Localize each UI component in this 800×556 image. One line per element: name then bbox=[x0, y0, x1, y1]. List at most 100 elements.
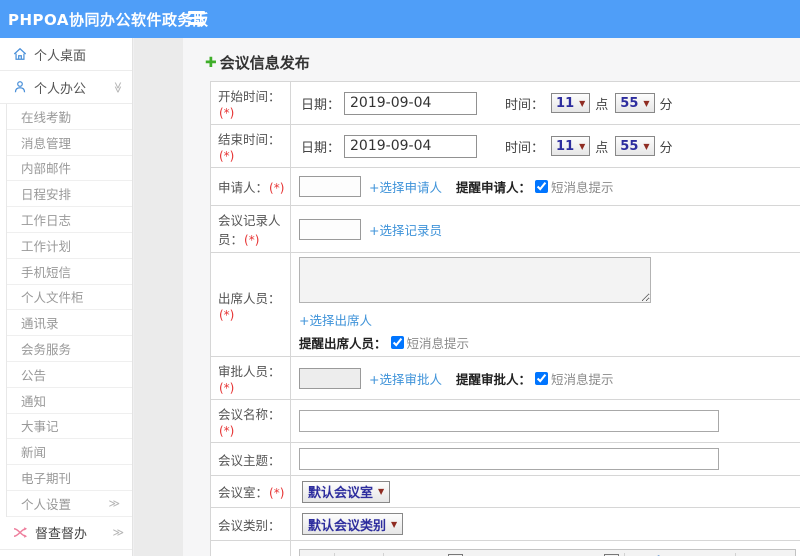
approver-input[interactable] bbox=[299, 367, 361, 389]
sidebar-item-contacts[interactable]: 通讯录 bbox=[7, 310, 132, 337]
strikethrough-icon[interactable]: ABC bbox=[464, 552, 483, 556]
start-minute-select[interactable]: 55 ▼ bbox=[615, 93, 655, 113]
home-icon bbox=[13, 47, 27, 60]
required-mark: (*) bbox=[219, 106, 235, 120]
form-row-applicant: 申请人：(*) +选择申请人 提醒申请人： 短消息提示 bbox=[210, 167, 800, 206]
choose-applicant-link[interactable]: +选择申请人 bbox=[369, 177, 442, 196]
ordered-list-icon[interactable]: ≣▾ bbox=[672, 552, 691, 556]
required-mark: (*) bbox=[219, 381, 235, 395]
sidebar-item-notices[interactable]: 通知 bbox=[7, 388, 132, 414]
sidebar-item-meeting-services[interactable]: 会务服务 bbox=[7, 336, 132, 362]
italic-icon[interactable]: I bbox=[408, 552, 427, 556]
clean-brush-icon[interactable]: ✎ bbox=[544, 552, 563, 556]
choose-recorder-link[interactable]: +选择记录员 bbox=[369, 220, 442, 239]
main-content: ✚ 会议信息发布 开始时间： (*) 日期： 时间： 11▼ 点 55▼ 分 结束… bbox=[183, 38, 800, 556]
sidebar-item-supervision[interactable]: 督查督办 ≫ bbox=[0, 517, 132, 550]
required-mark: (*) bbox=[269, 181, 285, 195]
field-label: 结束时间： bbox=[218, 132, 281, 147]
end-date-input[interactable] bbox=[344, 134, 478, 158]
sidebar-item-desktop[interactable]: 个人桌面 bbox=[0, 38, 132, 71]
field-label: 会议主题： bbox=[218, 452, 281, 468]
blockquote-icon[interactable]: 66 bbox=[584, 552, 603, 556]
sms-label: 短消息提示 bbox=[551, 180, 614, 195]
form-row-recorder: 会议记录人员：(*) +选择记录员 bbox=[210, 205, 800, 253]
underline-icon[interactable]: U bbox=[428, 552, 447, 556]
chevron-right-icon: ≫ bbox=[112, 526, 124, 540]
required-mark: (*) bbox=[269, 486, 285, 500]
remove-format-eraser-icon[interactable]: ◪ bbox=[524, 552, 543, 556]
hour-unit-label: 点 bbox=[595, 97, 609, 113]
field-label: 出席人员： bbox=[218, 290, 281, 306]
app-title: PHPOA协同办公软件政务版 bbox=[8, 11, 209, 29]
sidebar-item-personal-settings[interactable]: 个人设置 ≫ bbox=[7, 491, 132, 517]
shuffle-icon bbox=[13, 527, 27, 539]
field-label: 会议室： bbox=[218, 485, 269, 500]
meeting-room-select[interactable]: 默认会议室 ▼ bbox=[302, 480, 391, 503]
remind-label: 提醒审批人： bbox=[455, 371, 531, 387]
sidebar-item-news[interactable]: 新闻 bbox=[7, 439, 132, 466]
unordered-list-icon[interactable]: ≣▾ bbox=[692, 552, 711, 556]
sidebar-item-label: 督查督办 bbox=[35, 527, 88, 543]
attendees-sms-checkbox[interactable] bbox=[390, 336, 404, 349]
sidebar-item-work-plan[interactable]: 工作计划 bbox=[7, 233, 132, 259]
new-page-icon[interactable]: ▢ bbox=[712, 552, 731, 556]
rich-text-editor: HTML↶↷BIUAABCx²x₂◪✎∗▾66TA▾ab▾≣▾≣▾▢▣ 自定义标… bbox=[299, 549, 796, 556]
sidebar-item-label: 个人桌面 bbox=[34, 48, 87, 64]
remind-label: 提醒申请人： bbox=[455, 180, 531, 195]
sidebar-item-sms[interactable]: 手机短信 bbox=[7, 259, 132, 285]
sidebar-item-messages[interactable]: 消息管理 bbox=[7, 130, 132, 156]
time-label: 时间： bbox=[505, 140, 545, 156]
approver-sms-checkbox[interactable] bbox=[535, 371, 548, 385]
bold-icon[interactable]: B bbox=[388, 552, 407, 556]
minute-unit-label: 分 bbox=[659, 140, 673, 156]
fullscreen-icon[interactable]: ▣ bbox=[741, 552, 760, 556]
add-plus-icon: ✚ bbox=[205, 54, 217, 71]
required-mark: (*) bbox=[219, 149, 235, 163]
sidebar-item-internal-mail[interactable]: 内部邮件 bbox=[7, 156, 132, 182]
superscript-icon[interactable]: x² bbox=[484, 552, 503, 556]
sidebar-item-events[interactable]: 大事记 bbox=[7, 414, 132, 440]
form-row-meeting-name: 会议名称： (*) bbox=[210, 399, 800, 443]
start-hour-select[interactable]: 11 ▼ bbox=[551, 93, 591, 113]
meeting-subject-input[interactable] bbox=[299, 448, 719, 470]
end-hour-select[interactable]: 11 ▼ bbox=[551, 136, 591, 156]
hamburger-menu-icon[interactable] bbox=[188, 11, 205, 27]
applicant-sms-checkbox[interactable] bbox=[535, 180, 548, 193]
content-gutter bbox=[134, 38, 183, 556]
form-row-editor: HTML↶↷BIUAABCx²x₂◪✎∗▾66TA▾ab▾≣▾≣▾▢▣ 自定义标… bbox=[210, 540, 800, 556]
page-title: 会议信息发布 bbox=[219, 54, 310, 72]
date-label: 日期： bbox=[301, 97, 341, 113]
field-label: 开始时间： bbox=[218, 89, 281, 104]
chevron-right-icon: ≫ bbox=[108, 496, 120, 510]
editor-toolbar-row1: HTML↶↷BIUAABCx²x₂◪✎∗▾66TA▾ab▾≣▾≣▾▢▣ bbox=[300, 550, 795, 556]
html-source-button[interactable]: HTML bbox=[304, 552, 330, 556]
app-header: PHPOA协同办公软件政务版 bbox=[0, 0, 800, 38]
form-row-meeting-room: 会议室：(*) 默认会议室 ▼ bbox=[210, 475, 800, 508]
recorder-input[interactable] bbox=[299, 218, 361, 240]
sidebar-item-file-cabinet[interactable]: 个人文件柜 bbox=[7, 285, 132, 311]
applicant-input[interactable] bbox=[299, 176, 361, 197]
sidebar-item-e-journal[interactable]: 电子期刊 bbox=[7, 465, 132, 491]
sidebar-item-attendance[interactable]: 在线考勤 bbox=[7, 104, 132, 130]
minute-unit-label: 分 bbox=[659, 97, 673, 113]
sidebar-submenu: 在线考勤 消息管理 内部邮件 日程安排 工作日志 工作计划 手机短信 个人文件柜… bbox=[6, 104, 132, 517]
meeting-type-select[interactable]: 默认会议类别 ▼ bbox=[302, 513, 404, 535]
redo-icon[interactable]: ↷ bbox=[359, 552, 378, 556]
sidebar-item-schedule[interactable]: 日程安排 bbox=[7, 181, 132, 208]
form-row-meeting-type: 会议类别： 默认会议类别 ▼ bbox=[210, 507, 800, 541]
format-painter-icon[interactable]: ∗▾ bbox=[564, 552, 583, 556]
sidebar-item-work-log[interactable]: 工作日志 bbox=[7, 207, 132, 233]
sidebar-item-office[interactable]: 个人办公 ≫ bbox=[0, 71, 132, 104]
undo-icon[interactable]: ↶ bbox=[339, 552, 358, 556]
sidebar: 个人桌面 个人办公 ≫ 在线考勤 消息管理 内部邮件 日程安排 工作日志 工作计… bbox=[0, 38, 133, 556]
choose-attendees-link[interactable]: +选择出席人 bbox=[299, 310, 372, 329]
subscript-icon[interactable]: x₂ bbox=[504, 552, 523, 556]
form-row-approver: 审批人员： (*) +选择审批人 提醒审批人： 短消息提示 bbox=[210, 356, 800, 400]
choose-approver-link[interactable]: +选择审批人 bbox=[369, 369, 442, 388]
start-date-input[interactable] bbox=[344, 91, 478, 115]
sidebar-item-announcements[interactable]: 公告 bbox=[7, 362, 132, 388]
attendees-textarea[interactable] bbox=[299, 257, 651, 303]
meeting-name-input[interactable] bbox=[299, 410, 719, 432]
end-minute-select[interactable]: 55 ▼ bbox=[615, 136, 655, 156]
required-mark: (*) bbox=[244, 233, 260, 247]
